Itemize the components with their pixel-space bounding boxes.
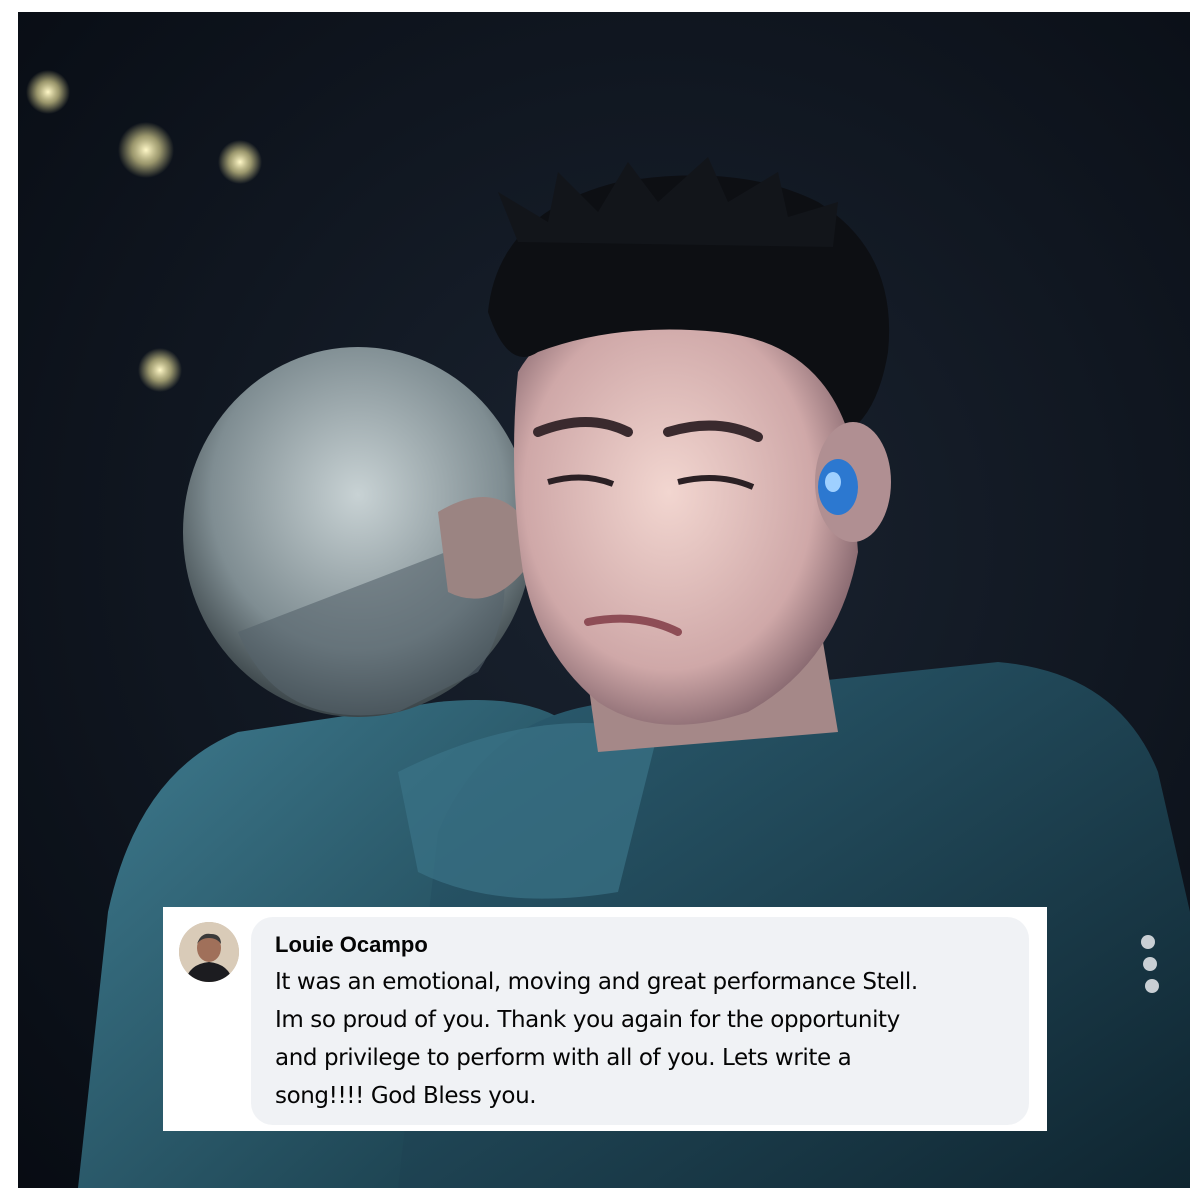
comment-author[interactable]: Louie Ocampo <box>275 931 1009 959</box>
screenshot-frame: Louie Ocampo It was an emotional, moving… <box>0 0 1200 1200</box>
profile-avatar-icon[interactable] <box>179 922 239 982</box>
comment-line: It was an emotional, moving and great pe… <box>275 969 918 995</box>
comment-line: song!!!! God Bless you. <box>275 1083 537 1109</box>
comment-body: It was an emotional, moving and great pe… <box>275 963 1009 1115</box>
comment-card: Louie Ocampo It was an emotional, moving… <box>163 907 1047 1131</box>
comment-bubble: Louie Ocampo It was an emotional, moving… <box>251 917 1029 1125</box>
comment-line: Im so proud of you. Thank you again for … <box>275 1007 900 1033</box>
comment-line: and privilege to perform with all of you… <box>275 1045 852 1071</box>
